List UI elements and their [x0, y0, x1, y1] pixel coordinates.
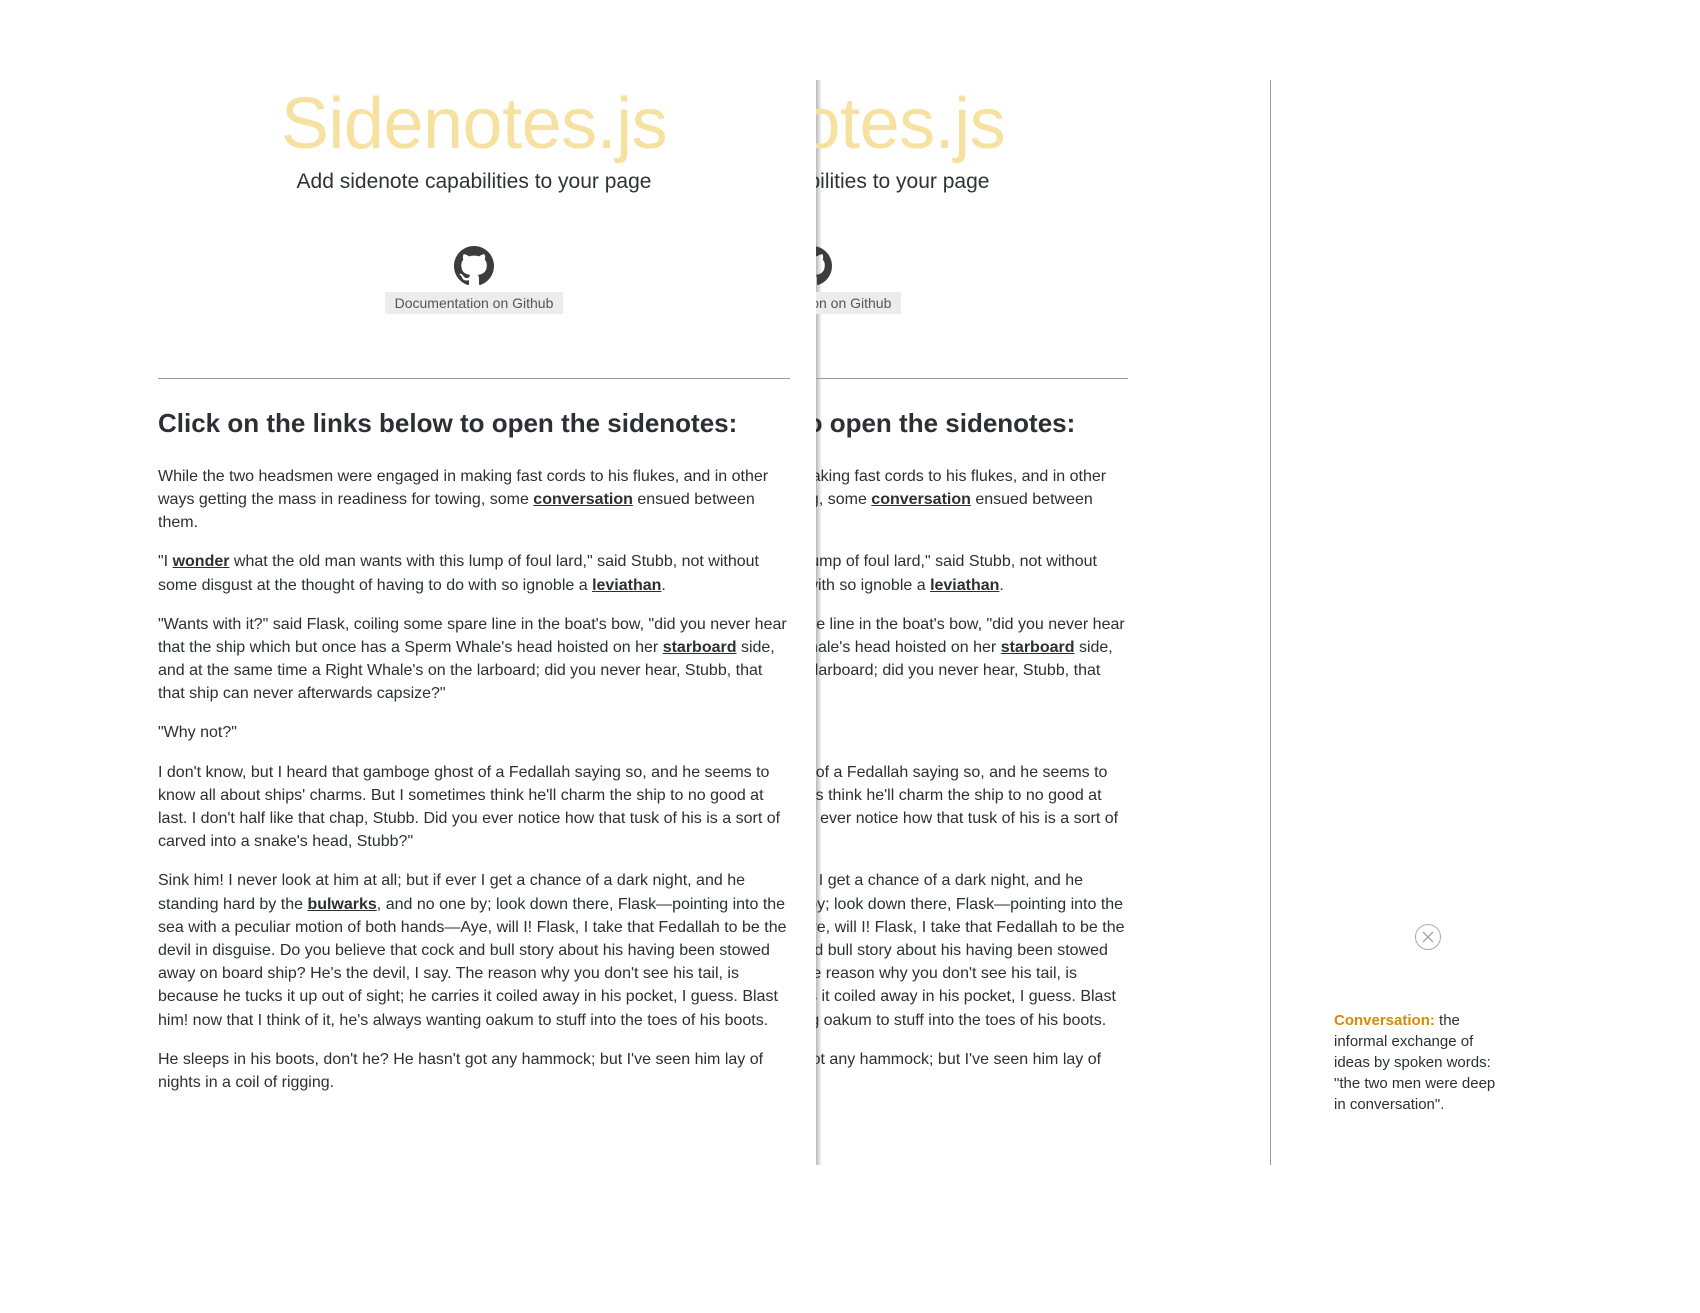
- close-sidenote-button[interactable]: [1415, 924, 1441, 950]
- link-starboard[interactable]: starboard: [663, 639, 737, 656]
- section-heading: Click on the links below to open the sid…: [158, 407, 790, 441]
- page-subtitle: Add sidenote capabilities to your page: [158, 170, 790, 194]
- paragraph: "Wants with it?" said Flask, coiling som…: [158, 613, 790, 706]
- page-title: Sidenotes.js: [158, 88, 790, 160]
- close-icon: [1422, 931, 1434, 943]
- paragraph: He sleeps in his boots, don't he? He has…: [816, 1048, 1128, 1094]
- sidenote-panel: Conversation: the informal exchange of i…: [1334, 1010, 1504, 1115]
- divider: [816, 378, 1128, 379]
- page-title: Sidenotes.js: [816, 88, 1128, 160]
- hero: Sidenotes.js Add sidenote capabilities t…: [816, 0, 1128, 314]
- link-leviathan[interactable]: leviathan: [592, 577, 661, 594]
- github-icon: [816, 246, 832, 286]
- paragraph: "Why not?": [158, 721, 790, 744]
- paragraph: Sink him! I never look at him at all; bu…: [158, 869, 790, 1031]
- github-label: Documentation on Github: [816, 292, 901, 314]
- paragraph: I don't know, but I heard that gamboge g…: [816, 761, 1128, 854]
- github-link[interactable]: Documentation on Github: [385, 246, 564, 314]
- paragraph: "I wonder what the old man wants with th…: [816, 550, 1128, 596]
- github-link[interactable]: Documentation on Github: [816, 246, 901, 314]
- paragraph: While the two headsmen were engaged in m…: [816, 465, 1128, 535]
- github-icon: [454, 246, 494, 286]
- article-content: Sidenotes.js Add sidenote capabilities t…: [816, 0, 1128, 1110]
- paragraph: He sleeps in his boots, don't he? He has…: [158, 1048, 790, 1094]
- page-subtitle: Add sidenote capabilities to your page: [816, 170, 1128, 194]
- left-preview-pane: Sidenotes.js Add sidenote capabilities t…: [0, 0, 816, 1313]
- article-content: Sidenotes.js Add sidenote capabilities t…: [158, 0, 790, 1110]
- link-leviathan[interactable]: leviathan: [930, 577, 999, 594]
- paragraph: I don't know, but I heard that gamboge g…: [158, 761, 790, 854]
- paragraph: While the two headsmen were engaged in m…: [158, 465, 790, 535]
- github-label: Documentation on Github: [385, 292, 564, 314]
- paragraph: Sink him! I never look at him at all; bu…: [816, 869, 1128, 1031]
- paragraph: "Why not?": [816, 721, 1128, 744]
- section-heading: Click on the links below to open the sid…: [816, 407, 1128, 441]
- paragraph: "I wonder what the old man wants with th…: [158, 550, 790, 596]
- link-wonder[interactable]: wonder: [173, 553, 230, 570]
- hero: Sidenotes.js Add sidenote capabilities t…: [158, 0, 790, 314]
- link-bulwarks[interactable]: bulwarks: [307, 896, 376, 913]
- link-starboard[interactable]: starboard: [1001, 639, 1075, 656]
- sidenote-term: Conversation:: [1334, 1012, 1435, 1029]
- paragraph: "Wants with it?" said Flask, coiling som…: [816, 613, 1128, 706]
- article-body: While the two headsmen were engaged in m…: [816, 465, 1128, 1094]
- divider: [158, 378, 790, 379]
- sidenote-divider: [1270, 80, 1271, 1165]
- link-conversation[interactable]: conversation: [533, 491, 633, 508]
- link-conversation[interactable]: conversation: [871, 491, 971, 508]
- right-preview-pane: Sidenotes.js Add sidenote capabilities t…: [816, 0, 1700, 1313]
- article-body: While the two headsmen were engaged in m…: [158, 465, 790, 1094]
